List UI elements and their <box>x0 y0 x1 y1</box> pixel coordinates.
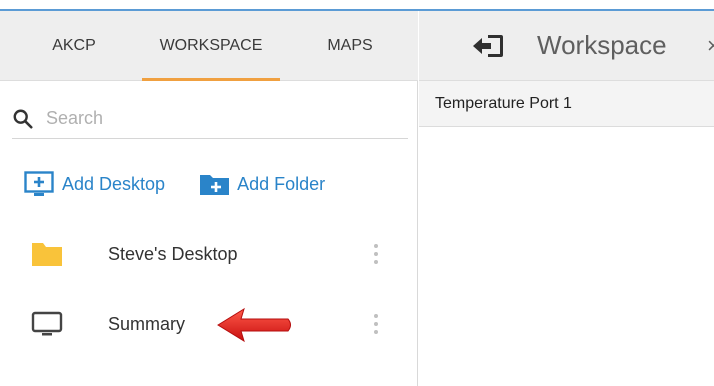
tab-akcp[interactable]: AKCP <box>38 11 110 81</box>
tab-bar: AKCP WORKSPACE MAPS <box>0 11 418 81</box>
add-folder-label: Add Folder <box>237 173 326 194</box>
search-bar <box>12 99 408 139</box>
temperature-port-row[interactable]: Temperature Port 1 <box>419 81 714 127</box>
tab-workspace[interactable]: WORKSPACE <box>142 11 280 81</box>
search-icon <box>13 109 33 129</box>
panel-title: Workspace <box>537 30 667 60</box>
kebab-menu-icon[interactable] <box>366 309 386 339</box>
monitor-icon <box>30 309 64 339</box>
tab-akcp-label: AKCP <box>52 37 96 54</box>
sidebar: AKCP WORKSPACE MAPS Add Desktop <box>0 11 418 386</box>
close-icon[interactable]: × <box>707 33 714 59</box>
workspace-panel-header: Workspace × <box>419 11 714 81</box>
folder-icon <box>30 239 64 269</box>
search-input[interactable] <box>46 108 366 129</box>
port-label: Temperature Port 1 <box>435 94 572 112</box>
tab-maps[interactable]: MAPS <box>310 11 390 81</box>
add-desktop-icon <box>24 171 54 196</box>
list-item-label: Summary <box>108 313 186 334</box>
exit-icon[interactable] <box>471 31 505 61</box>
kebab-menu-icon[interactable] <box>366 239 386 269</box>
list-item-steves-desktop[interactable]: Steve's Desktop <box>0 224 418 284</box>
pointer-arrow-icon <box>217 307 291 343</box>
add-folder-icon <box>200 175 230 195</box>
active-tab-indicator <box>142 78 280 81</box>
add-desktop-label: Add Desktop <box>62 173 166 194</box>
add-folder-button[interactable]: Add Folder <box>199 171 325 197</box>
list-item-label: Steve's Desktop <box>108 243 238 264</box>
top-spacer <box>0 0 714 9</box>
actions-row: Add Desktop Add Folder <box>24 171 325 197</box>
tab-workspace-label: WORKSPACE <box>159 37 263 54</box>
list-item-summary[interactable]: Summary <box>0 294 418 354</box>
tab-maps-label: MAPS <box>327 37 373 54</box>
add-desktop-button[interactable]: Add Desktop <box>24 171 165 197</box>
